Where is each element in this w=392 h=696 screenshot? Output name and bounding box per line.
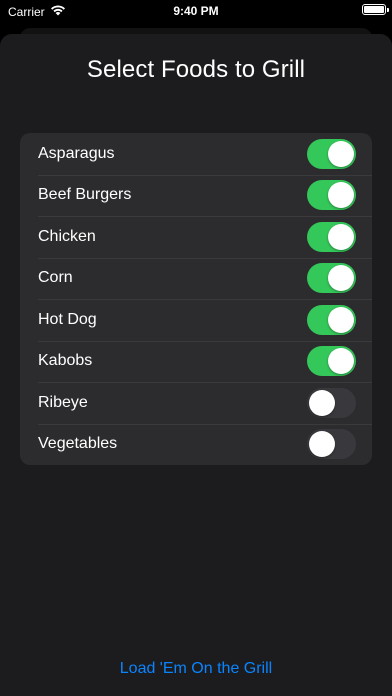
food-row: Kabobs <box>20 340 372 383</box>
toggle-knob <box>328 223 354 250</box>
food-toggle[interactable] <box>307 429 356 460</box>
food-row: Chicken <box>20 216 372 258</box>
load-grill-button[interactable]: Load 'Em On the Grill <box>0 660 392 678</box>
status-bar: Carrier 9:40 PM <box>0 0 392 22</box>
food-toggle[interactable] <box>307 346 356 377</box>
toggle-knob <box>309 431 335 458</box>
food-label: Vegetables <box>38 435 118 453</box>
food-label: Ribeye <box>38 393 88 411</box>
food-label: Hot Dog <box>38 310 97 328</box>
food-toggle[interactable] <box>307 304 356 335</box>
food-list: Asparagus Beef Burgers Chicken Corn Hot Dog K… <box>20 133 372 465</box>
food-label: Beef Burgers <box>38 186 132 204</box>
food-toggle[interactable] <box>307 263 356 294</box>
toggle-knob <box>328 182 354 209</box>
toggle-knob <box>309 389 335 416</box>
food-toggle[interactable] <box>307 138 356 169</box>
status-right <box>362 4 389 18</box>
food-toggle[interactable] <box>307 387 356 418</box>
food-label: Asparagus <box>38 144 115 162</box>
food-label: Kabobs <box>38 352 93 370</box>
battery-icon <box>362 4 389 15</box>
food-row: Beef Burgers <box>20 174 372 217</box>
food-row: Hot Dog <box>20 299 372 341</box>
food-toggle[interactable] <box>307 221 356 252</box>
screen: Carrier 9:40 PM Select Foods to Grill As… <box>0 0 392 696</box>
status-time: 9:40 PM <box>173 4 219 18</box>
food-row: Vegetables <box>20 423 372 466</box>
food-row: Ribeye <box>20 382 372 424</box>
food-toggle[interactable] <box>307 180 356 211</box>
food-label: Corn <box>38 269 73 287</box>
food-row: Asparagus <box>20 133 372 175</box>
toggle-knob <box>328 265 354 292</box>
toggle-knob <box>328 306 354 333</box>
food-label: Chicken <box>38 227 96 245</box>
toggle-knob <box>328 348 354 375</box>
toggle-knob <box>328 140 354 167</box>
food-selection-sheet: Select Foods to Grill Asparagus Beef Burg… <box>0 34 392 696</box>
battery-level <box>364 6 384 13</box>
sheet-title: Select Foods to Grill <box>86 56 306 83</box>
food-row: Corn <box>20 257 372 300</box>
